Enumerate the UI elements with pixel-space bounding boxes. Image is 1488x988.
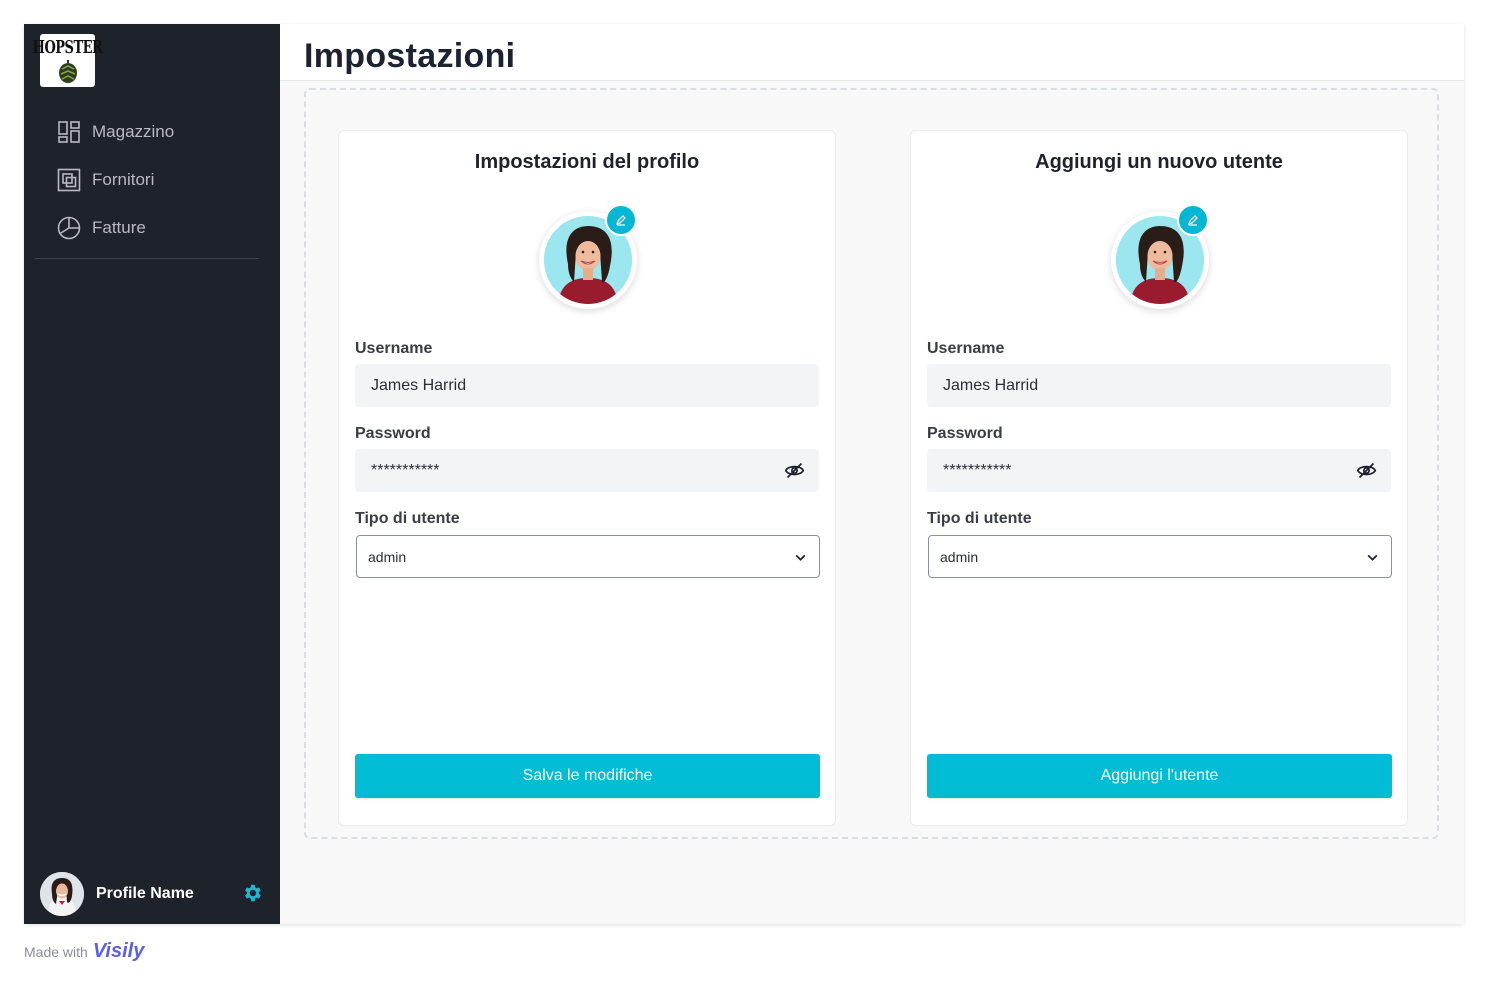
sidebar-item-label: Magazzino xyxy=(92,122,175,141)
save-changes-button[interactable]: Salva le modifiche xyxy=(355,754,820,798)
user-type-label: Tipo di utente xyxy=(927,510,1032,527)
edit-avatar-button[interactable] xyxy=(605,204,637,236)
user-type-select[interactable]: admin xyxy=(356,535,820,578)
pie-chart-icon xyxy=(57,216,81,240)
pencil-icon xyxy=(616,215,626,226)
password-label: Password xyxy=(355,425,431,442)
hopster-logo[interactable]: HOPSTER xyxy=(33,34,103,87)
sidebar-profile[interactable]: Profile Name xyxy=(40,872,280,916)
add-user-card: Aggiungi un nuovo utente Username James … xyxy=(910,130,1408,826)
sidebar: HOPSTER Magazzino Fornitori Fatture Prof… xyxy=(24,24,280,924)
profile-settings-card: Impostazioni del profilo Username James … xyxy=(338,130,836,826)
eye-off-icon[interactable] xyxy=(784,460,805,481)
dashboard-icon xyxy=(58,121,80,143)
username-label: Username xyxy=(927,340,1005,357)
sidebar-item-label: Fornitori xyxy=(92,170,155,189)
user-type-value: admin xyxy=(940,548,979,565)
chevron-down-icon xyxy=(1367,554,1378,561)
sidebar-divider xyxy=(35,258,259,259)
password-field[interactable]: *********** xyxy=(355,449,819,492)
sidebar-item-fatture[interactable]: Fatture xyxy=(24,204,280,252)
sidebar-nav: Magazzino Fornitori Fatture xyxy=(24,108,280,252)
card-title: Aggiungi un nuovo utente xyxy=(1035,151,1283,173)
password-value: *********** xyxy=(943,461,1012,479)
password-label: Password xyxy=(927,425,1003,442)
password-field[interactable]: *********** xyxy=(927,449,1391,492)
page-header: Impostazioni xyxy=(280,24,1464,81)
avatar[interactable] xyxy=(40,872,84,916)
add-user-button[interactable]: Aggiungi l'utente xyxy=(927,754,1392,798)
app-window: HOPSTER Magazzino Fornitori Fatture Prof… xyxy=(24,24,1464,924)
user-type-value: admin xyxy=(368,548,407,565)
username-value: James Harrid xyxy=(371,376,467,394)
username-field[interactable]: James Harrid xyxy=(355,364,819,407)
sidebar-item-label: Fatture xyxy=(92,218,146,237)
sidebar-item-magazzino[interactable]: Magazzino xyxy=(24,108,280,156)
visily-logo: Visily xyxy=(92,940,145,962)
password-value: *********** xyxy=(371,461,440,479)
username-label: Username xyxy=(355,340,433,357)
user-type-label: Tipo di utente xyxy=(355,510,460,527)
username-value: James Harrid xyxy=(943,376,1039,394)
eye-off-icon[interactable] xyxy=(1356,460,1377,481)
gear-icon[interactable] xyxy=(241,882,263,904)
made-with-footer[interactable]: Made with Visily xyxy=(24,940,144,963)
main-content: Impostazioni Impostazioni del profilo Us… xyxy=(280,24,1464,924)
pencil-icon xyxy=(1188,215,1198,226)
avatar-image xyxy=(40,872,84,916)
user-type-select[interactable]: admin xyxy=(928,535,1392,578)
username-field[interactable]: James Harrid xyxy=(927,364,1391,407)
edit-avatar-button[interactable] xyxy=(1177,204,1209,236)
logo-text: HOPSTER xyxy=(32,38,103,59)
hop-cone-icon xyxy=(58,60,77,83)
card-title: Impostazioni del profilo xyxy=(474,151,700,173)
sidebar-item-fornitori[interactable]: Fornitori xyxy=(24,156,280,204)
chevron-down-icon xyxy=(795,554,806,561)
page-title: Impostazioni xyxy=(304,37,516,75)
layers-icon xyxy=(57,168,81,192)
profile-name: Profile Name xyxy=(96,885,194,902)
made-with-text: Made with xyxy=(24,943,88,960)
